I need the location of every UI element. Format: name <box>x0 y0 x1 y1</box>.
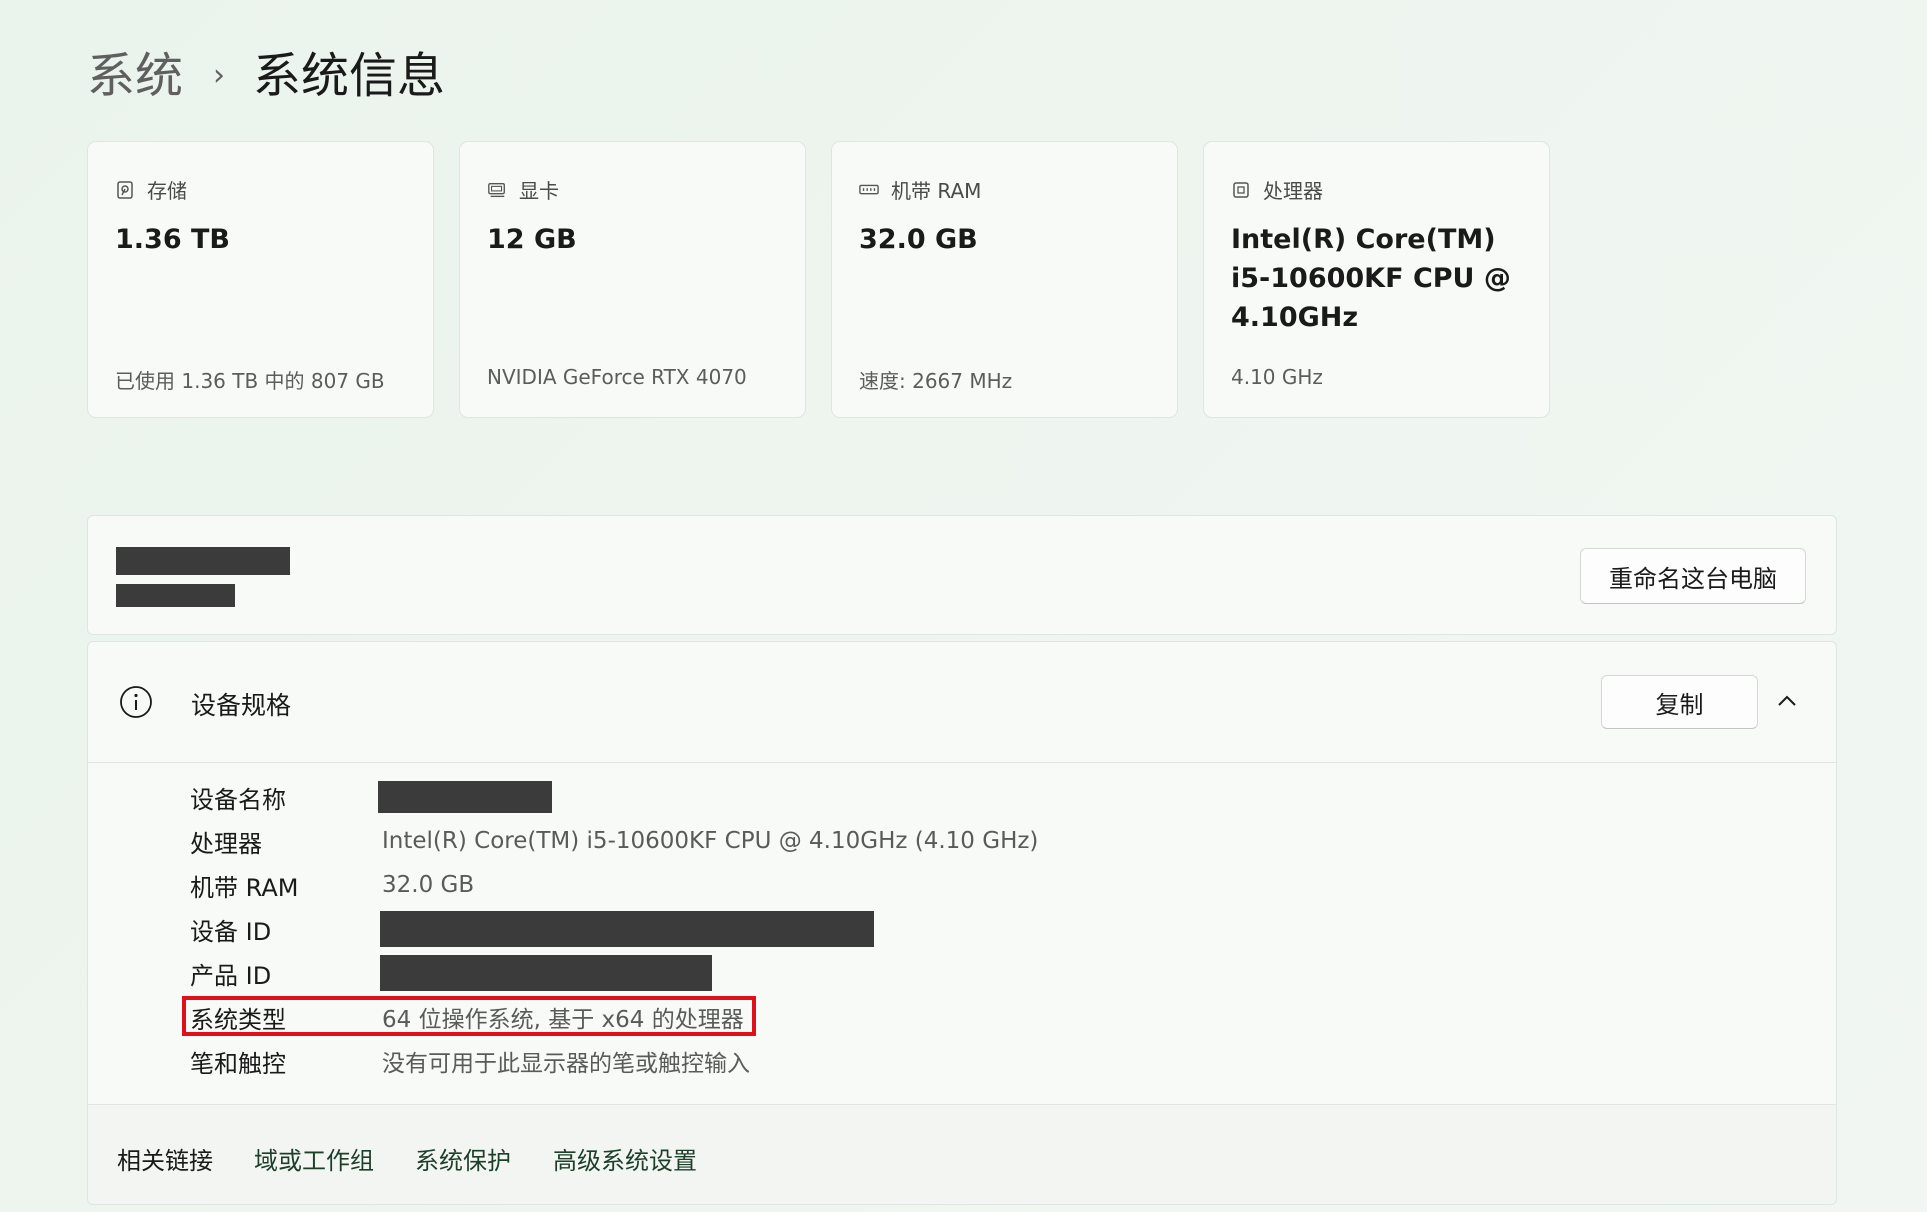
card-title: 机带 RAM <box>891 179 982 203</box>
breadcrumb-parent[interactable]: 系统 <box>87 44 183 108</box>
link-domain-workgroup[interactable]: 域或工作组 <box>254 1141 374 1176</box>
copy-button[interactable]: 复制 <box>1601 675 1758 729</box>
card-ram: 机带 RAM 32.0 GB 速度: 2667 MHz <box>831 141 1178 418</box>
card-value: 12 GB <box>487 224 577 255</box>
card-value: Intel(R) Core(TM) i5-10600KF CPU @ 4.10G… <box>1231 224 1511 333</box>
card-subtitle: 已使用 1.36 TB 中的 807 GB <box>115 369 385 393</box>
chevron-right-icon: › <box>213 58 226 93</box>
card-subtitle: 4.10 GHz <box>1231 365 1323 389</box>
redacted-product-id <box>380 955 712 991</box>
card-subtitle: NVIDIA GeForce RTX 4070 <box>487 365 747 389</box>
rename-pc-button[interactable]: 重命名这台电脑 <box>1580 548 1806 604</box>
spec-value: 32.0 GB <box>382 872 475 898</box>
card-title: 处理器 <box>1263 179 1323 203</box>
storage-icon <box>115 180 135 200</box>
related-links: 相关链接 域或工作组 系统保护 高级系统设置 <box>88 1104 1836 1204</box>
link-system-protection[interactable]: 系统保护 <box>415 1141 511 1176</box>
spec-value: Intel(R) Core(TM) i5-10600KF CPU @ 4.10G… <box>382 828 1039 854</box>
info-icon <box>119 685 153 719</box>
gpu-icon <box>487 180 507 200</box>
spec-label: 笔和触控 <box>190 1049 286 1078</box>
card-value: 1.36 TB <box>115 224 231 255</box>
redacted-pc-name <box>116 547 290 575</box>
device-specs-panel: 设备规格 复制 设备名称 处理器 Intel(R) Core(TM) i5-10… <box>87 641 1837 1205</box>
card-gpu: 显卡 12 GB NVIDIA GeForce RTX 4070 <box>459 141 806 418</box>
card-title: 存储 <box>147 179 187 203</box>
cpu-icon <box>1231 180 1251 200</box>
spec-label: 处理器 <box>190 829 262 858</box>
spec-label: 产品 ID <box>190 961 272 990</box>
spec-label: 设备名称 <box>190 785 286 814</box>
redacted-pc-model <box>116 584 235 607</box>
card-value: 32.0 GB <box>859 224 978 255</box>
spec-value: 没有可用于此显示器的笔或触控输入 <box>382 1051 750 1077</box>
section-title: 设备规格 <box>191 691 292 720</box>
card-cpu: 处理器 Intel(R) Core(TM) i5-10600KF CPU @ 4… <box>1203 141 1550 418</box>
page-title: 系统信息 <box>253 48 446 104</box>
breadcrumb: 系统 › 系统信息 <box>87 44 445 108</box>
pc-name-panel: 重命名这台电脑 <box>87 515 1837 635</box>
device-specs-header[interactable]: 设备规格 复制 <box>88 642 1836 763</box>
spec-label: 设备 ID <box>190 917 272 946</box>
redacted-device-name <box>378 781 552 813</box>
link-advanced-system-settings[interactable]: 高级系统设置 <box>553 1141 697 1176</box>
ram-icon <box>859 180 879 200</box>
spec-label: 机带 RAM <box>190 873 299 902</box>
chevron-up-icon[interactable] <box>1776 690 1798 712</box>
card-title: 显卡 <box>519 179 559 203</box>
highlight-box <box>182 996 756 1036</box>
redacted-device-id <box>380 911 874 947</box>
card-storage: 存储 1.36 TB 已使用 1.36 TB 中的 807 GB <box>87 141 434 418</box>
card-subtitle: 速度: 2667 MHz <box>859 369 1013 393</box>
related-links-label: 相关链接 <box>117 1147 213 1175</box>
